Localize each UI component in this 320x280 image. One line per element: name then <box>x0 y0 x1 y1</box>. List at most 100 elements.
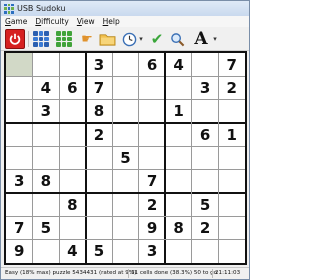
sudoku-cell[interactable]: 2 <box>139 193 166 216</box>
sudoku-cell[interactable] <box>165 193 192 217</box>
sudoku-cell[interactable]: 7 <box>218 53 245 76</box>
sudoku-cell[interactable]: 3 <box>33 100 60 123</box>
sudoku-cell[interactable] <box>138 76 166 100</box>
sudoku-cell[interactable]: 5 <box>192 193 219 216</box>
font-dropdown[interactable]: ▾ <box>211 29 219 49</box>
sudoku-cell[interactable]: 6 <box>192 123 219 146</box>
sudoku-cell[interactable]: 5 <box>86 240 113 263</box>
menu-view[interactable]: View <box>77 17 95 26</box>
sudoku-cell[interactable] <box>32 239 60 263</box>
sudoku-cell[interactable]: 2 <box>218 76 245 99</box>
sudoku-cell[interactable]: 1 <box>218 123 245 146</box>
timer-dropdown[interactable]: ▾ <box>137 29 145 49</box>
sudoku-cell[interactable] <box>112 193 139 217</box>
sudoku-cell[interactable]: 7 <box>139 170 166 193</box>
sudoku-cell[interactable]: 2 <box>192 216 219 239</box>
sudoku-cell[interactable] <box>6 146 33 170</box>
menu-difficulty[interactable]: Difficulty <box>35 17 68 26</box>
sudoku-cell[interactable] <box>59 99 86 123</box>
sudoku-cell[interactable] <box>112 99 139 123</box>
sudoku-cell[interactable] <box>218 169 245 193</box>
grid-line-vertical <box>32 53 34 263</box>
sudoku-cell[interactable] <box>6 99 33 123</box>
menu-help[interactable]: Help <box>103 17 120 26</box>
sudoku-cell[interactable]: 5 <box>112 146 139 169</box>
font-button[interactable]: A <box>191 29 211 49</box>
sudoku-cell[interactable] <box>59 123 86 147</box>
sudoku-cell[interactable]: 6 <box>139 53 166 76</box>
sudoku-cell[interactable]: 9 <box>139 216 166 239</box>
hint-button[interactable]: ☛ <box>77 29 97 49</box>
sudoku-cell[interactable] <box>112 76 139 100</box>
open-button[interactable] <box>97 29 117 49</box>
box-divider-horizontal <box>6 192 245 194</box>
sudoku-cell[interactable]: 6 <box>59 76 86 99</box>
sudoku-cell[interactable] <box>59 146 86 170</box>
sudoku-cell[interactable] <box>218 99 245 123</box>
zoom-button[interactable] <box>167 29 187 49</box>
sudoku-cell[interactable]: 8 <box>165 216 192 239</box>
sudoku-cell[interactable]: 4 <box>59 240 86 263</box>
sudoku-cell[interactable] <box>32 123 60 147</box>
new-puzzle-button[interactable] <box>31 29 51 49</box>
sudoku-cell[interactable] <box>191 146 219 170</box>
power-button[interactable] <box>5 29 25 49</box>
sudoku-cell[interactable] <box>218 239 245 263</box>
sudoku-cell[interactable] <box>191 169 219 193</box>
sudoku-cell[interactable] <box>165 146 192 170</box>
sudoku-cell[interactable] <box>85 146 113 170</box>
status-time: 21:11:03 <box>215 270 241 276</box>
sudoku-cell[interactable] <box>218 193 245 217</box>
timer-button[interactable] <box>119 29 139 49</box>
sudoku-cell[interactable] <box>59 169 86 193</box>
sudoku-cell[interactable]: 4 <box>165 53 192 76</box>
sudoku-cell[interactable] <box>191 99 219 123</box>
box-divider-vertical <box>164 53 167 263</box>
sudoku-cell[interactable] <box>138 99 166 123</box>
sudoku-cell[interactable] <box>138 123 166 147</box>
sudoku-cell[interactable] <box>165 123 192 147</box>
sudoku-cell[interactable] <box>165 169 192 193</box>
sudoku-cell[interactable] <box>218 146 245 170</box>
sudoku-cell[interactable]: 3 <box>86 53 113 76</box>
sudoku-cell[interactable] <box>6 53 33 77</box>
sudoku-cell[interactable] <box>112 123 139 147</box>
sudoku-cell[interactable] <box>85 169 113 193</box>
sudoku-cell[interactable] <box>6 123 33 147</box>
sudoku-cell[interactable]: 5 <box>33 216 60 239</box>
check-button[interactable]: ✔ <box>147 29 167 49</box>
sudoku-cell[interactable] <box>59 53 86 77</box>
sudoku-cell[interactable] <box>32 53 60 77</box>
sudoku-cell[interactable] <box>191 53 219 77</box>
sudoku-cell[interactable]: 3 <box>192 76 219 99</box>
sudoku-cell[interactable]: 3 <box>6 170 33 193</box>
sudoku-cell[interactable]: 2 <box>86 123 113 146</box>
sudoku-cell[interactable]: 8 <box>33 170 60 193</box>
sudoku-cell[interactable] <box>138 146 166 170</box>
sudoku-cell[interactable]: 1 <box>165 100 192 123</box>
sudoku-cell[interactable] <box>112 53 139 77</box>
sudoku-cell[interactable]: 7 <box>6 216 33 239</box>
sudoku-cell[interactable]: 8 <box>86 100 113 123</box>
sudoku-cell[interactable] <box>6 76 33 100</box>
sudoku-cell[interactable] <box>112 239 139 263</box>
sudoku-cell[interactable] <box>112 169 139 193</box>
sudoku-cell[interactable] <box>218 216 245 240</box>
sudoku-cell[interactable] <box>6 193 33 217</box>
menu-game[interactable]: Game <box>5 17 27 26</box>
sudoku-cell[interactable]: 9 <box>6 240 33 263</box>
sudoku-cell[interactable] <box>59 216 86 240</box>
sudoku-cell[interactable]: 7 <box>86 76 113 99</box>
sudoku-cell[interactable] <box>165 76 192 100</box>
sudoku-cell[interactable] <box>112 216 139 240</box>
sudoku-cell[interactable] <box>165 239 192 263</box>
sudoku-cell[interactable]: 3 <box>139 240 166 263</box>
sudoku-cell[interactable]: 4 <box>33 76 60 99</box>
sudoku-cell[interactable] <box>191 239 219 263</box>
sudoku-cell[interactable] <box>85 193 113 217</box>
sudoku-cell[interactable]: 8 <box>59 193 86 216</box>
solve-grid-button[interactable] <box>54 29 74 49</box>
sudoku-cell[interactable] <box>85 216 113 240</box>
sudoku-cell[interactable] <box>32 193 60 217</box>
sudoku-cell[interactable] <box>32 146 60 170</box>
